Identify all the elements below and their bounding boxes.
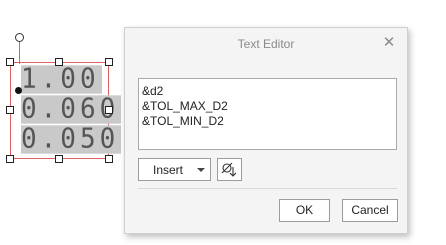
symbol-insert-icon: [221, 162, 237, 177]
dimension-value: 1.00: [21, 63, 102, 95]
insert-label: Insert: [153, 163, 184, 177]
resize-handle-top-right[interactable]: [105, 58, 113, 66]
divider: [138, 188, 397, 189]
rotation-handle[interactable]: [15, 33, 24, 42]
text-line: &TOL_MIN_D2: [142, 114, 224, 128]
symbol-insert-button[interactable]: [217, 158, 242, 181]
rotation-stem: [19, 42, 20, 64]
resize-handle-bottom-left[interactable]: [6, 155, 14, 163]
close-icon[interactable]: ✕: [381, 34, 397, 52]
resize-handle-top-left[interactable]: [6, 58, 14, 66]
text-editor-input[interactable]: &d2 &TOL_MAX_D2 &TOL_MIN_D2: [138, 78, 397, 150]
ok-button[interactable]: OK: [279, 199, 330, 222]
text-line: &TOL_MAX_D2: [142, 99, 228, 113]
cancel-button[interactable]: Cancel: [342, 199, 398, 222]
text-line: &d2: [142, 84, 164, 98]
resize-handle-bottom-right[interactable]: [105, 155, 113, 163]
resize-handle-left[interactable]: [6, 106, 14, 114]
resize-handle-bottom[interactable]: [55, 155, 63, 163]
resize-handle-right[interactable]: [105, 106, 113, 114]
anchor-point[interactable]: [15, 87, 22, 94]
insert-dropdown[interactable]: Insert: [138, 158, 211, 181]
tolerance-min-value: 0.050: [21, 123, 122, 155]
text-editor-dialog: Text Editor ✕ &d2 &TOL_MAX_D2 &TOL_MIN_D…: [124, 27, 408, 234]
dimension-annotation[interactable]: 1.00 0.060 0.050: [0, 0, 130, 175]
resize-handle-top[interactable]: [55, 58, 63, 66]
dialog-title: Text Editor: [237, 37, 295, 51]
dialog-titlebar[interactable]: Text Editor ✕: [125, 28, 407, 60]
chevron-down-icon: [197, 168, 205, 172]
